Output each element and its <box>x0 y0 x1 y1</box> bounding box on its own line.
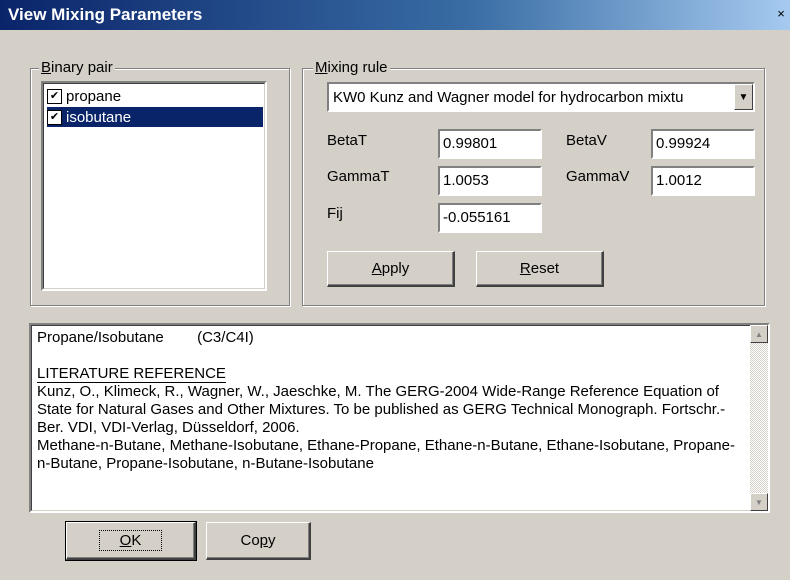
literature-title: LITERATURE REFERENCE <box>37 365 226 383</box>
binary-pair-list[interactable]: ✔ propane ✔ isobutane <box>41 81 267 291</box>
gammaT-label: GammaT <box>327 168 390 185</box>
fij-value: -0.055161 <box>443 209 511 226</box>
chevron-down-icon[interactable]: ▼ <box>734 84 753 110</box>
isobutane-checkbox[interactable]: ✔ <box>47 109 62 125</box>
fij-label: Fij <box>327 205 343 222</box>
scroll-up-icon[interactable]: ▲ <box>750 325 768 343</box>
close-icon[interactable]: × <box>774 7 788 21</box>
reference-text-area[interactable]: Propane/Isobutane (C3/C4I) LITERATURE REF… <box>29 323 770 513</box>
mixing-rule-select[interactable]: KW0 Kunz and Wagner model for hydrocarbo… <box>327 82 755 112</box>
propane-checkbox[interactable]: ✔ <box>47 88 62 104</box>
betaT-label: BetaT <box>327 132 368 149</box>
gammaT-field[interactable]: 1.0053 <box>438 166 542 196</box>
binary-pair-legend: Binary pair <box>39 59 115 76</box>
copy-button[interactable]: Copy <box>206 522 311 560</box>
gammaV-label: GammaV <box>566 168 630 185</box>
title-bar: View Mixing Parameters × <box>0 0 790 30</box>
list-item-label: isobutane <box>66 108 132 126</box>
apply-label: Apply <box>371 260 410 277</box>
ok-label: OK <box>98 530 163 551</box>
betaV-value: 0.99924 <box>656 135 711 152</box>
mixing-rule-legend: Mixing rule <box>313 59 390 76</box>
list-item-propane[interactable]: ✔ propane <box>47 86 121 106</box>
reset-label: Reset <box>519 260 560 277</box>
copy-label: Copy <box>240 532 276 549</box>
check-icon: ✔ <box>49 89 60 102</box>
mixing-rule-value: KW0 Kunz and Wagner model for hydrocarbo… <box>333 88 684 106</box>
vertical-scrollbar[interactable]: ▲ ▼ <box>750 325 768 511</box>
pair-heading: Propane/Isobutane (C3/C4I) <box>37 329 254 346</box>
ok-button[interactable]: OK <box>65 521 197 561</box>
fij-field[interactable]: -0.055161 <box>438 203 542 233</box>
betaV-field[interactable]: 0.99924 <box>651 129 755 159</box>
reset-button[interactable]: Reset <box>476 251 604 287</box>
gammaV-field[interactable]: 1.0012 <box>651 166 755 196</box>
binary-pair-group: Binary pair ✔ propane ✔ isobutane <box>30 59 290 306</box>
betaV-label: BetaV <box>566 132 607 149</box>
scroll-down-icon[interactable]: ▼ <box>750 493 768 511</box>
window-title: View Mixing Parameters <box>8 5 203 24</box>
list-item-label: propane <box>66 87 122 105</box>
betaT-value: 0.99801 <box>443 135 498 152</box>
check-icon: ✔ <box>49 110 60 123</box>
literature-body: Kunz, O., Klimeck, R., Wagner, W., Jaesc… <box>37 383 735 472</box>
gammaV-value: 1.0012 <box>656 172 702 189</box>
mixing-rule-group: Mixing rule KW0 Kunz and Wagner model fo… <box>302 59 765 306</box>
betaT-field[interactable]: 0.99801 <box>438 129 542 159</box>
gammaT-value: 1.0053 <box>443 172 489 189</box>
list-item-isobutane[interactable]: ✔ isobutane <box>47 107 263 127</box>
reference-text: Propane/Isobutane (C3/C4I) LITERATURE REF… <box>31 325 750 511</box>
apply-button[interactable]: Apply <box>327 251 455 287</box>
